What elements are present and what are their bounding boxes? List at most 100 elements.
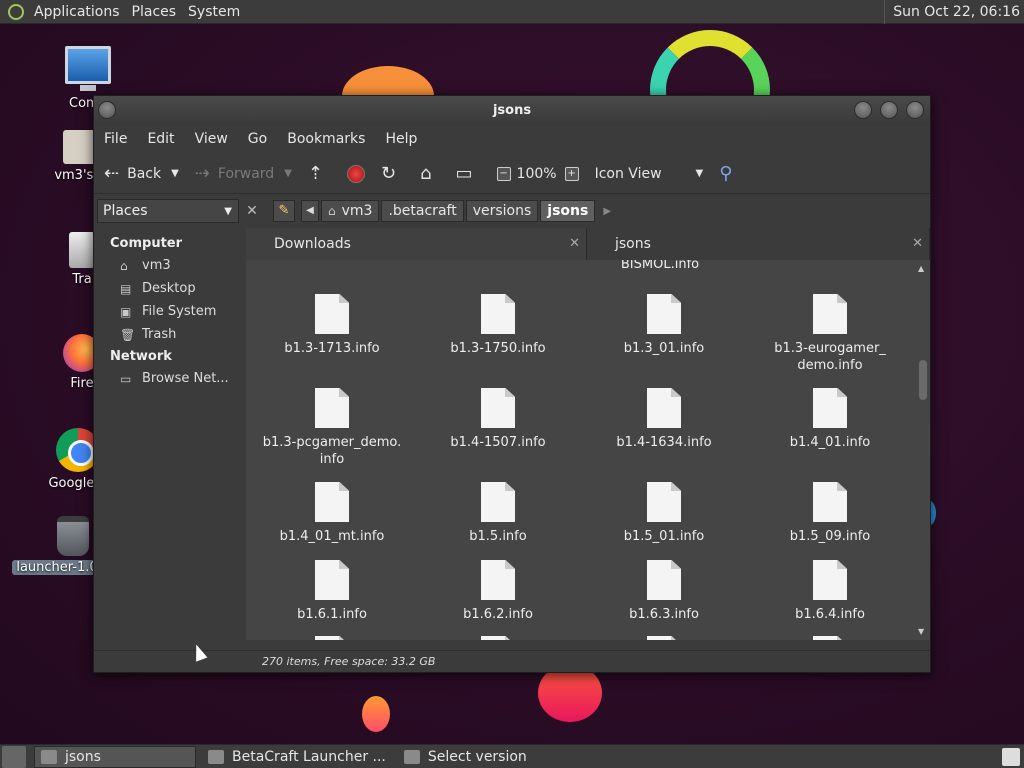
window-title: jsons xyxy=(492,102,532,118)
menu-help[interactable]: Help xyxy=(385,131,417,147)
file-item[interactable]: b1.4-1507.info xyxy=(418,388,578,451)
back-button[interactable]: ⇠ Back ▼ xyxy=(104,163,179,184)
chevron-down-icon: ▼ xyxy=(695,168,704,179)
file-item[interactable]: b1.4-1634.info xyxy=(584,388,744,451)
file-item[interactable] xyxy=(584,636,744,640)
sidebar-item-file-system[interactable]: ▣ File System xyxy=(120,303,246,320)
home-button[interactable]: ⌂ xyxy=(420,163,439,184)
file-item[interactable]: b1.6.1.info xyxy=(252,560,412,623)
sidebar-item-vm3[interactable]: ⌂ vm3 xyxy=(120,257,246,274)
file-item[interactable] xyxy=(252,636,412,640)
taskbar-item-label: Select version xyxy=(427,748,527,765)
close-button[interactable] xyxy=(906,101,924,119)
file-icon xyxy=(481,482,515,522)
taskbar-item-betacraft[interactable]: BetaCraft Launcher ... xyxy=(202,746,392,768)
sidebar-item-browse-network[interactable]: ▭ Browse Net... xyxy=(120,370,246,387)
menu-bookmarks[interactable]: Bookmarks xyxy=(287,131,365,147)
sidebar-item-desktop[interactable]: ▤ Desktop xyxy=(120,280,246,297)
back-label: Back xyxy=(127,165,162,182)
panel-clock[interactable]: Sun Oct 22, 06:16 xyxy=(884,0,1024,24)
file-manager-window: jsons File Edit View Go Bookmarks Help ⇠… xyxy=(93,95,931,673)
sidebar-item-label: Trash xyxy=(142,327,177,342)
taskbar-item-select-version[interactable]: Select version xyxy=(398,746,533,768)
sidebar-item-trash[interactable]: 🗑 Trash xyxy=(120,326,246,343)
file-item[interactable]: BISMOL.info xyxy=(580,260,740,273)
stop-button[interactable] xyxy=(347,164,365,183)
breadcrumb-scroll-right-icon[interactable]: ▶ xyxy=(603,206,611,217)
menu-system[interactable]: System xyxy=(184,4,248,20)
file-icon xyxy=(813,636,847,640)
file-item[interactable]: b1.6.4.info xyxy=(750,560,910,623)
minimize-button[interactable] xyxy=(854,101,872,119)
close-tab-icon[interactable]: ✕ xyxy=(569,236,580,251)
file-item[interactable]: b1.5_01.info xyxy=(584,482,744,545)
zoom-out-icon[interactable]: − xyxy=(496,166,511,181)
file-name: b1.6.3.info xyxy=(629,607,699,622)
menu-view[interactable]: View xyxy=(195,131,228,147)
taskbar-item-jsons[interactable]: jsons xyxy=(34,745,196,768)
show-desktop-icon[interactable] xyxy=(2,745,26,768)
computer-button[interactable]: ▭ xyxy=(456,163,481,184)
breadcrumb-vm3[interactable]: ⌂ vm3 xyxy=(321,200,380,222)
file-name: b1.4_01.info xyxy=(789,435,871,450)
menu-go[interactable]: Go xyxy=(248,131,267,147)
window-menu-button[interactable] xyxy=(98,101,116,119)
vertical-scrollbar[interactable]: ▲ ▼ xyxy=(916,260,930,640)
tab-jsons[interactable]: jsons ✕ xyxy=(587,228,930,260)
menu-file[interactable]: File xyxy=(104,131,127,147)
file-item[interactable]: b1.3-eurogamer_ demo.info xyxy=(750,294,910,374)
file-item[interactable]: b1.4_01.info xyxy=(750,388,910,451)
file-item[interactable]: b1.6.2.info xyxy=(418,560,578,623)
chevron-down-icon[interactable]: ▼ xyxy=(284,168,292,179)
file-icon xyxy=(813,560,847,600)
close-tab-icon[interactable]: ✕ xyxy=(912,236,923,251)
file-item[interactable]: b1.4_01_mt.info xyxy=(252,482,412,545)
search-icon: ⚲ xyxy=(719,163,733,184)
edit-location-icon[interactable]: ✎ xyxy=(273,200,295,222)
zoom-control[interactable]: − 100% + xyxy=(496,166,585,182)
reload-button[interactable]: ↻ xyxy=(381,163,404,184)
breadcrumb-versions[interactable]: versions xyxy=(465,200,539,222)
file-item[interactable]: b1.3-1750.info xyxy=(418,294,578,357)
sidebar-selector[interactable]: Places ▼ xyxy=(97,199,239,223)
file-item[interactable] xyxy=(418,636,578,640)
close-sidebar-icon[interactable]: ✕ xyxy=(241,203,263,219)
breadcrumb-jsons[interactable]: jsons xyxy=(540,200,596,222)
breadcrumb-scroll-left-icon[interactable]: ◀ xyxy=(301,200,319,222)
folder-icon xyxy=(41,749,57,764)
zoom-in-icon[interactable]: + xyxy=(564,166,579,181)
scrollbar-thumb[interactable] xyxy=(919,360,927,400)
file-item[interactable]: b1.6.3.info xyxy=(584,560,744,623)
file-item[interactable]: b1.3_01.info xyxy=(584,294,744,357)
menu-bar: File Edit View Go Bookmarks Help xyxy=(94,124,930,154)
tab-downloads[interactable]: Downloads ✕ xyxy=(246,228,587,260)
sidebar-heading-network: Network xyxy=(110,349,172,364)
file-icon xyxy=(813,388,847,428)
sidebar-selector-value: Places xyxy=(103,203,148,219)
search-button[interactable]: ⚲ xyxy=(719,163,740,184)
file-item[interactable]: b1.5_09.info xyxy=(750,482,910,545)
file-item[interactable]: b1.3-pcgamer_demo. info xyxy=(252,388,412,468)
location-bar: Places ▼ ✕ ✎ ◀ ⌂ vm3 .betacraft versions… xyxy=(94,194,930,228)
scroll-down-icon[interactable]: ▼ xyxy=(918,627,924,636)
menu-places[interactable]: Places xyxy=(128,4,185,20)
taskbar-item-label: BetaCraft Launcher ... xyxy=(232,748,386,765)
maximize-button[interactable] xyxy=(880,101,898,119)
distro-logo-icon[interactable] xyxy=(8,3,24,20)
menu-edit[interactable]: Edit xyxy=(147,131,174,147)
file-item[interactable]: b1.5.info xyxy=(418,482,578,545)
file-icon xyxy=(813,482,847,522)
file-item[interactable] xyxy=(750,636,910,640)
menu-applications[interactable]: Applications xyxy=(30,4,128,20)
view-mode-select[interactable]: Icon View ▼ xyxy=(595,166,704,182)
forward-button[interactable]: ⇢ Forward ▼ xyxy=(195,163,292,184)
desktop-icon-launcher[interactable]: launcher-1.0 xyxy=(12,516,102,575)
file-item[interactable]: b1.3-1713.info xyxy=(252,294,412,357)
stop-icon xyxy=(347,164,365,183)
trash-applet-icon[interactable] xyxy=(1002,747,1020,766)
scroll-up-icon[interactable]: ▲ xyxy=(918,264,924,273)
chevron-down-icon[interactable]: ▼ xyxy=(171,168,179,179)
window-titlebar[interactable]: jsons xyxy=(94,96,930,124)
up-button[interactable]: ⇡ xyxy=(308,163,331,184)
breadcrumb-betacraft[interactable]: .betacraft xyxy=(381,200,464,222)
